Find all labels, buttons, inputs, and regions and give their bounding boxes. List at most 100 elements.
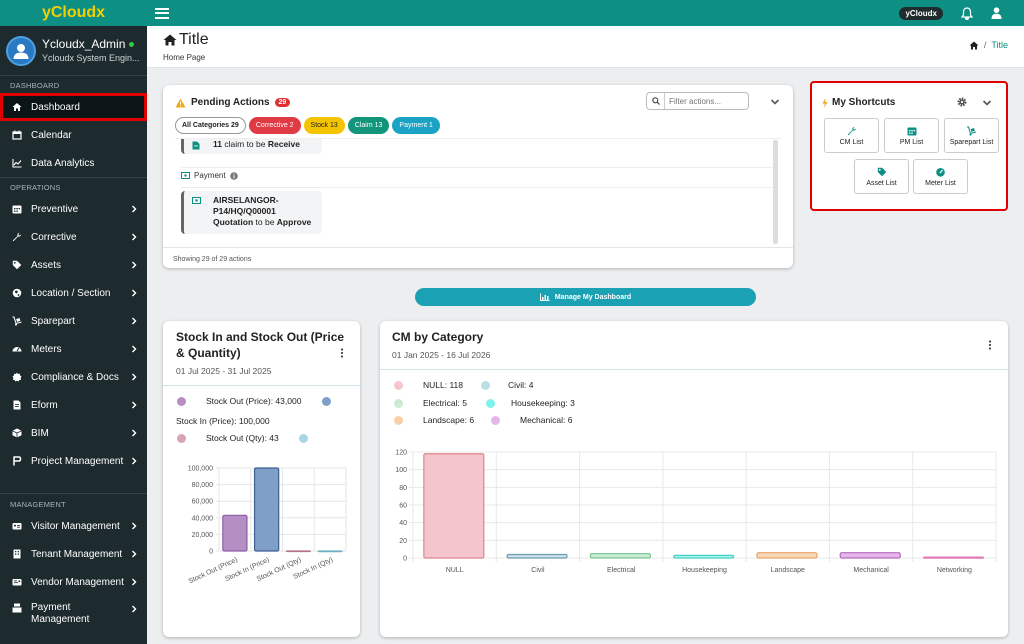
breadcrumb-home-icon[interactable] — [969, 41, 979, 50]
y-tick-label: 60 — [399, 503, 407, 510]
chip-claim[interactable]: Claim 13 — [347, 117, 390, 134]
sidebar-item-meters[interactable]: Meters — [0, 335, 147, 363]
legend-swatch — [177, 433, 186, 443]
sidebar-item-tenant-management[interactable]: Tenant Management — [0, 540, 147, 568]
gear-icon[interactable] — [957, 97, 967, 107]
chip-stock[interactable]: Stock 13 — [303, 117, 345, 134]
chevron-right-icon — [132, 522, 137, 530]
shortcut-cm-list[interactable]: CM List — [824, 118, 879, 153]
sidebar-item-bim[interactable]: BIM — [0, 419, 147, 447]
bar[interactable] — [673, 554, 735, 559]
calendar-icon — [12, 130, 22, 140]
bar[interactable] — [423, 453, 485, 559]
avatar[interactable] — [6, 35, 36, 66]
sidebar-item-corrective[interactable]: Corrective — [0, 223, 147, 251]
shortcut-asset-list[interactable]: Asset List — [854, 159, 909, 194]
shortcut-pm-list[interactable]: PM List — [884, 118, 939, 153]
sidebar-item-location-section[interactable]: Location / Section — [0, 279, 147, 307]
chevron-right-icon — [132, 233, 137, 241]
sidebar-item-calendar[interactable]: Calendar — [0, 121, 147, 149]
user-panel[interactable]: Ycloudx_Admin Ycloudx System Engin... — [0, 26, 147, 76]
chip-corrective[interactable]: Corrective 2 — [248, 117, 301, 134]
kebab-menu-icon[interactable] — [987, 339, 993, 351]
legend-item[interactable]: Civil: 4 — [481, 380, 534, 390]
y-tick-label: 60,000 — [192, 499, 214, 506]
info-icon[interactable] — [229, 171, 238, 180]
list-item[interactable]: AIRSELANGOR- P14/HQ/Q00001 Quotation to … — [181, 191, 322, 234]
user-profile-icon[interactable] — [991, 7, 1002, 19]
payment-code-line2: P14/HQ/Q00001 — [213, 206, 276, 216]
legend-swatch — [481, 380, 490, 390]
legend-item[interactable]: Electrical: 5 — [394, 398, 467, 408]
bar[interactable] — [253, 467, 280, 552]
x-tick-label: Electrical — [607, 567, 636, 574]
brand-logo[interactable]: yCloudx — [0, 4, 147, 22]
chevron-down-icon[interactable] — [770, 97, 780, 107]
sidebar-label: Project Management — [31, 455, 124, 467]
legend-swatch — [491, 415, 500, 425]
legend-item[interactable]: NULL: 118 — [394, 380, 463, 390]
bar[interactable] — [285, 550, 312, 553]
bar[interactable] — [222, 514, 248, 552]
pending-actions-header: Pending Actions 29 — [175, 97, 291, 108]
legend-item[interactable]: Stock Out (Qty): 43 — [177, 433, 279, 443]
sidebar-item-eform[interactable]: Eform — [0, 391, 147, 419]
shortcut-sparepart-list[interactable]: Sparepart List — [944, 118, 999, 153]
chip-all-categories[interactable]: All Categories 29 — [175, 117, 246, 134]
sidebar-item-project-management[interactable]: Project Management — [0, 447, 147, 475]
x-tick-label: Housekeeping — [682, 567, 727, 574]
breadcrumb-current[interactable]: Title — [991, 40, 1008, 50]
tag-icon — [12, 260, 22, 270]
bar[interactable] — [756, 552, 818, 559]
sidebar-item-assets[interactable]: Assets — [0, 251, 147, 279]
bar[interactable] — [506, 553, 568, 559]
menu-toggle-icon[interactable] — [155, 7, 169, 19]
bar[interactable] — [922, 556, 985, 559]
legend-item[interactable]: Stock Out (Price): 43,000 — [177, 396, 301, 406]
sidebar-item-visitor-management[interactable]: Visitor Management — [0, 512, 147, 540]
manage-dashboard-button[interactable]: Manage My Dashboard — [415, 288, 756, 306]
home-icon — [12, 102, 22, 112]
legend-item[interactable]: Housekeeping: 3 — [486, 398, 575, 408]
bar[interactable] — [839, 552, 901, 559]
x-tick-label: Mechanical — [853, 567, 889, 574]
sidebar-label: Visitor Management — [31, 520, 120, 532]
sidebar-item-compliance-docs[interactable]: Compliance & Docs — [0, 363, 147, 391]
y-tick-label: 0 — [209, 549, 213, 556]
x-tick-label: Networking — [937, 567, 972, 574]
legend-swatch[interactable] — [322, 397, 331, 406]
chevron-right-icon — [132, 261, 137, 269]
filter-actions-input[interactable] — [665, 96, 745, 106]
sidebar-item-sparepart[interactable]: Sparepart — [0, 307, 147, 335]
file-icon — [192, 141, 200, 150]
ycloudx-badge[interactable]: yCloudx — [899, 6, 943, 20]
section-dashboard-label: DASHBOARD — [10, 81, 60, 90]
legend-item[interactable]: Landscape: 6 — [394, 415, 474, 425]
calendar-grid-icon — [12, 204, 22, 214]
sidebar-item-payment-management[interactable]: Payment Management — [0, 596, 147, 628]
notification-bell-icon[interactable] — [961, 6, 973, 20]
bar[interactable] — [589, 552, 651, 559]
pending-actions-list[interactable]: 11 claim to be Receive Payment AIRSELANG… — [175, 138, 781, 246]
legend-swatch[interactable] — [299, 434, 308, 443]
lightning-icon — [822, 97, 828, 108]
gauge-icon — [12, 344, 22, 354]
tag-icon — [877, 167, 886, 176]
scrollbar[interactable] — [773, 140, 778, 244]
sidebar-item-dashboard[interactable]: Dashboard — [0, 93, 147, 121]
sidebar-item-preventive[interactable]: Preventive — [0, 195, 147, 223]
chevron-right-icon — [132, 345, 137, 353]
legend-item[interactable]: Mechanical: 6 — [491, 415, 572, 425]
breadcrumb: / Title — [969, 40, 1008, 50]
sidebar-item-vendor-management[interactable]: Vendor Management — [0, 568, 147, 596]
building-icon — [12, 549, 22, 559]
chevron-down-icon[interactable] — [982, 98, 992, 108]
claim-text: claim to be — [224, 139, 266, 149]
kebab-menu-icon[interactable] — [339, 347, 345, 359]
chip-payment[interactable]: Payment 1 — [392, 117, 440, 134]
y-tick-label: 20 — [399, 538, 407, 545]
bar[interactable] — [317, 550, 343, 553]
sidebar-item-data-analytics[interactable]: Data Analytics — [0, 149, 147, 177]
list-item[interactable]: 11 claim to be Receive — [181, 139, 322, 154]
shortcut-meter-list[interactable]: Meter List — [913, 159, 968, 194]
